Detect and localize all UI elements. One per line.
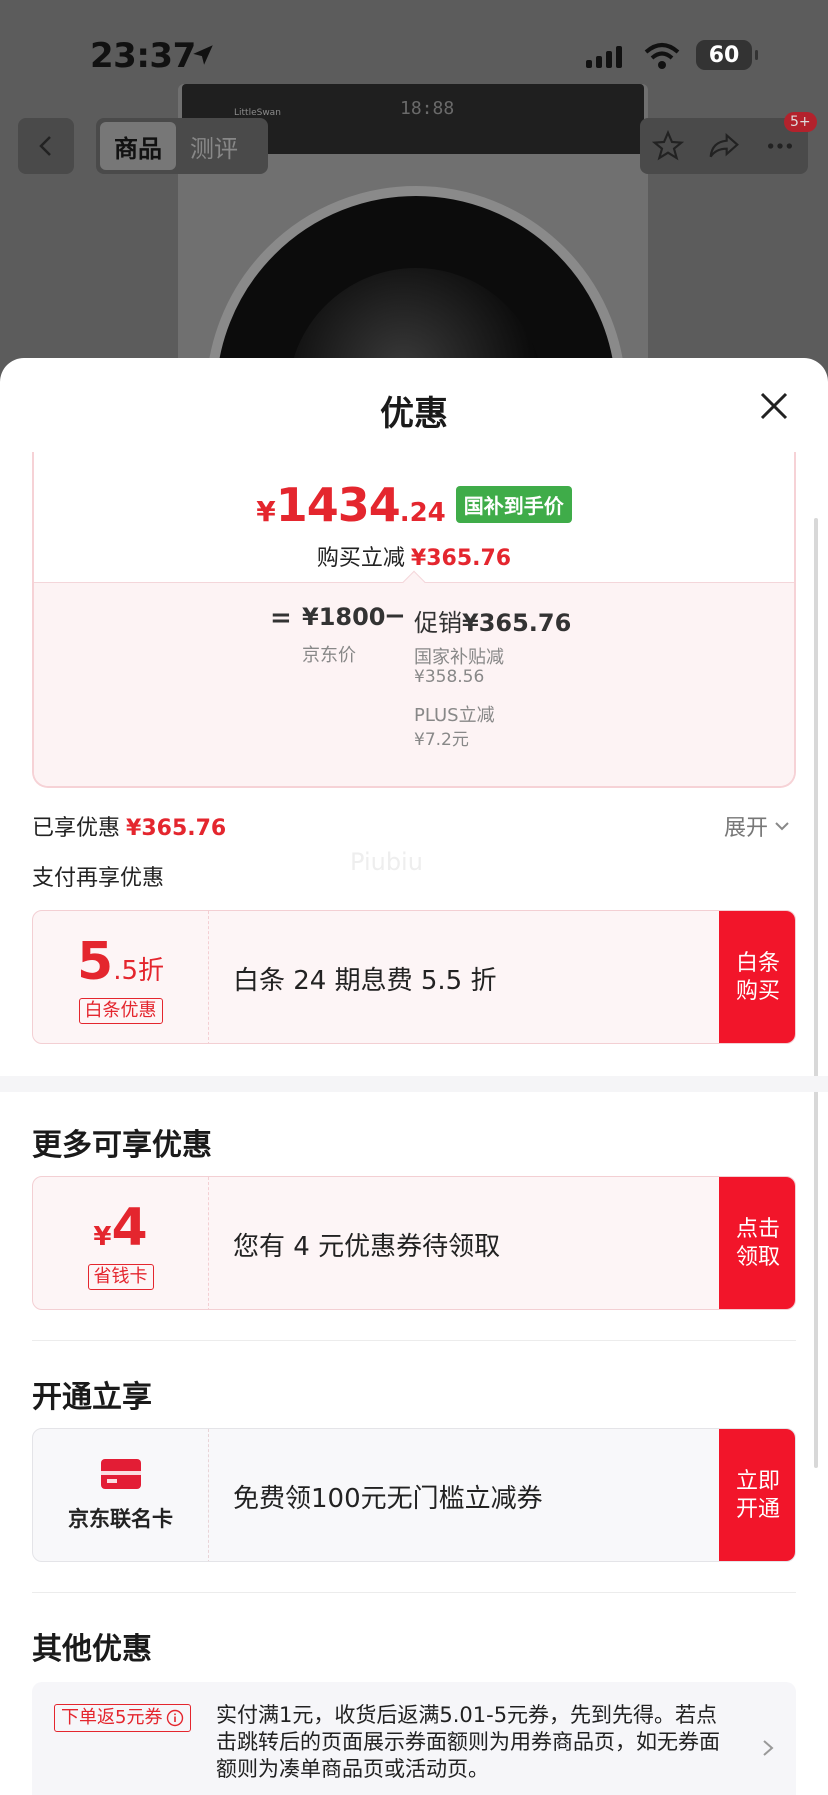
coupon-value: ¥4 省钱卡 <box>33 1177 209 1309</box>
more-icon[interactable] <box>764 130 796 162</box>
jd-price-label: 京东价 <box>302 645 356 666</box>
reduce-value: ¥365.76 <box>410 546 512 571</box>
enjoyed-label: 已享优惠 <box>32 816 121 841</box>
equals-sign: = <box>270 603 292 633</box>
location-arrow-icon <box>193 45 213 65</box>
status-bar: 23:37 60 <box>0 0 828 110</box>
price-card: ¥ 1434 .24 国补到手价 购买立减 ¥365.76 = ¥1800 京东价… <box>32 452 796 788</box>
tab-goods[interactable]: 商品 <box>100 122 176 170</box>
promo-total: 促销¥365.76 <box>414 603 571 638</box>
subsidy-price-tag: 国补到手价 <box>455 486 572 523</box>
watermark: Piubiu <box>350 848 423 876</box>
final-price: ¥ 1434 .24 国补到手价 <box>34 478 794 532</box>
enjoyed-value: ¥365.76 <box>126 816 227 841</box>
activate-button[interactable]: 立即开通 <box>719 1429 795 1561</box>
price-breakdown: = ¥1800 京东价 − 促销¥365.76 国家补贴减 ¥358.56 PL… <box>34 570 794 786</box>
coupon-value: 京东联名卡 <box>33 1429 209 1561</box>
coupon-big-number: 4 <box>111 1198 148 1258</box>
tab-review[interactable]: 测评 <box>176 122 252 170</box>
jd-price: ¥1800 <box>302 603 386 631</box>
plus-discount-label: PLUS立减 <box>414 705 495 726</box>
coupon-description: 白条 24 期息费 5.5 折 <box>233 965 497 996</box>
saving-card-coupon: ¥4 省钱卡 您有 4 元优惠券待领取 点击领取 <box>32 1176 796 1310</box>
product-nav-bar: 商品 测评 5+ <box>0 112 828 174</box>
more-discounts-title: 更多可享优惠 <box>32 1128 212 1163</box>
scrollbar[interactable] <box>814 518 818 1468</box>
price-decimal: .24 <box>399 498 446 528</box>
claim-coupon-button[interactable]: 点击领取 <box>719 1177 795 1309</box>
coupon-value: 5.5折 白条优惠 <box>33 911 209 1043</box>
star-icon[interactable] <box>652 130 684 162</box>
co-brand-card-coupon: 京东联名卡 免费领100元无门槛立减券 立即开通 <box>32 1428 796 1562</box>
coupon-small-number: .5折 <box>113 956 164 986</box>
other-discount-text: 实付满1元，收货后返满5.01-5元券，先到先得。若点击跳转后的页面展示券面额则… <box>216 1703 720 1781</box>
nav-actions <box>640 118 808 174</box>
wifi-icon <box>644 43 680 69</box>
credit-card-icon <box>100 1459 141 1489</box>
national-subsidy-label: 国家补贴减 <box>414 647 504 668</box>
baitiao-coupon: 5.5折 白条优惠 白条 24 期息费 5.5 折 白条购买 <box>32 910 796 1044</box>
coupon-card-label: 京东联名卡 <box>68 1507 173 1531</box>
product-tabs: 商品 测评 <box>96 118 268 174</box>
coupon-currency: ¥ <box>93 1222 112 1252</box>
expand-label: 展开 <box>724 816 769 841</box>
coupon-tag: 省钱卡 <box>87 1264 154 1290</box>
status-time: 23:37 <box>90 36 196 76</box>
return-coupon-tag: 下单返5元券 <box>54 1704 192 1732</box>
section-divider <box>0 1076 828 1092</box>
price-integer: 1434 <box>275 478 401 532</box>
chevron-down-icon <box>775 822 789 831</box>
open-enjoy-title: 开通立享 <box>32 1380 152 1415</box>
promo-value: ¥365.76 <box>462 609 572 637</box>
national-subsidy-value: ¥358.56 <box>414 667 485 687</box>
chevron-right-icon <box>763 1740 774 1756</box>
close-icon[interactable] <box>756 388 792 424</box>
enjoyed-discount: 已享优惠 ¥365.76 <box>32 810 226 842</box>
discount-sheet: 优惠 ¥ 1434 .24 国补到手价 购买立减 ¥365.76 = ¥1800 … <box>0 358 828 1795</box>
share-icon[interactable] <box>708 130 740 162</box>
expand-button[interactable]: 展开 <box>724 810 790 842</box>
message-badge: 5+ <box>784 112 817 132</box>
other-discounts-title: 其他优惠 <box>32 1632 152 1667</box>
back-icon <box>39 136 51 156</box>
coupon-big-number: 5 <box>77 932 114 992</box>
reduce-line: 购买立减 ¥365.76 <box>34 540 794 572</box>
divider <box>32 1592 796 1593</box>
coupon-description: 免费领100元无门槛立减券 <box>233 1483 543 1514</box>
divider <box>32 1340 796 1341</box>
drum-door <box>206 186 626 380</box>
coupon-description: 您有 4 元优惠券待领取 <box>233 1231 501 1262</box>
back-button[interactable] <box>18 118 74 174</box>
battery-indicator: 60 <box>696 40 758 70</box>
info-icon[interactable] <box>166 1709 184 1727</box>
currency-symbol: ¥ <box>256 495 276 528</box>
sheet-title: 优惠 <box>380 394 448 434</box>
cellular-signal-icon <box>586 44 622 68</box>
plus-discount-value: ¥7.2元 <box>414 730 469 750</box>
other-discount-item[interactable]: 下单返5元券 实付满1元，收货后返满5.01-5元券，先到先得。若点击跳转后的页… <box>32 1682 796 1795</box>
minus-sign: − <box>384 601 406 631</box>
reduce-label: 购买立减 <box>316 546 405 571</box>
pay-more-label: 支付再享优惠 <box>32 866 165 891</box>
baitiao-buy-button[interactable]: 白条购买 <box>719 911 795 1043</box>
promo-label: 促销 <box>414 609 462 637</box>
return-coupon-tag-label: 下单返5元券 <box>61 1707 163 1728</box>
coupon-tag: 白条优惠 <box>78 998 163 1024</box>
